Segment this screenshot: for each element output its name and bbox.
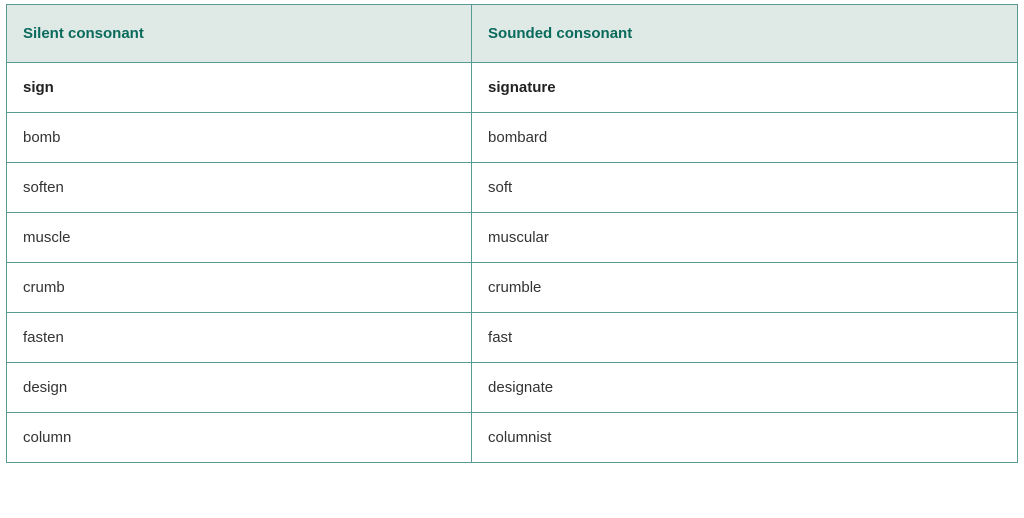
cell-sounded: signature bbox=[472, 63, 1018, 113]
cell-silent: design bbox=[7, 363, 472, 413]
cell-silent: sign bbox=[7, 63, 472, 113]
header-sounded: Sounded consonant bbox=[472, 5, 1018, 63]
cell-sounded: columnist bbox=[472, 413, 1018, 463]
cell-sounded: muscular bbox=[472, 213, 1018, 263]
cell-silent: soften bbox=[7, 163, 472, 213]
cell-silent: crumb bbox=[7, 263, 472, 313]
table-header: Silent consonant Sounded consonant bbox=[7, 5, 1018, 63]
table-row: column columnist bbox=[7, 413, 1018, 463]
table-row: crumb crumble bbox=[7, 263, 1018, 313]
cell-silent: muscle bbox=[7, 213, 472, 263]
consonant-table: Silent consonant Sounded consonant sign … bbox=[6, 4, 1018, 463]
table-body: sign signature bomb bombard soften soft … bbox=[7, 63, 1018, 463]
table-row: fasten fast bbox=[7, 313, 1018, 363]
table-row: soften soft bbox=[7, 163, 1018, 213]
cell-silent: column bbox=[7, 413, 472, 463]
cell-sounded: designate bbox=[472, 363, 1018, 413]
table-row: bomb bombard bbox=[7, 113, 1018, 163]
cell-sounded: bombard bbox=[472, 113, 1018, 163]
cell-sounded: soft bbox=[472, 163, 1018, 213]
table-row: sign signature bbox=[7, 63, 1018, 113]
cell-silent: fasten bbox=[7, 313, 472, 363]
table-row: design designate bbox=[7, 363, 1018, 413]
cell-sounded: fast bbox=[472, 313, 1018, 363]
header-silent: Silent consonant bbox=[7, 5, 472, 63]
cell-sounded: crumble bbox=[472, 263, 1018, 313]
table-row: muscle muscular bbox=[7, 213, 1018, 263]
cell-silent: bomb bbox=[7, 113, 472, 163]
